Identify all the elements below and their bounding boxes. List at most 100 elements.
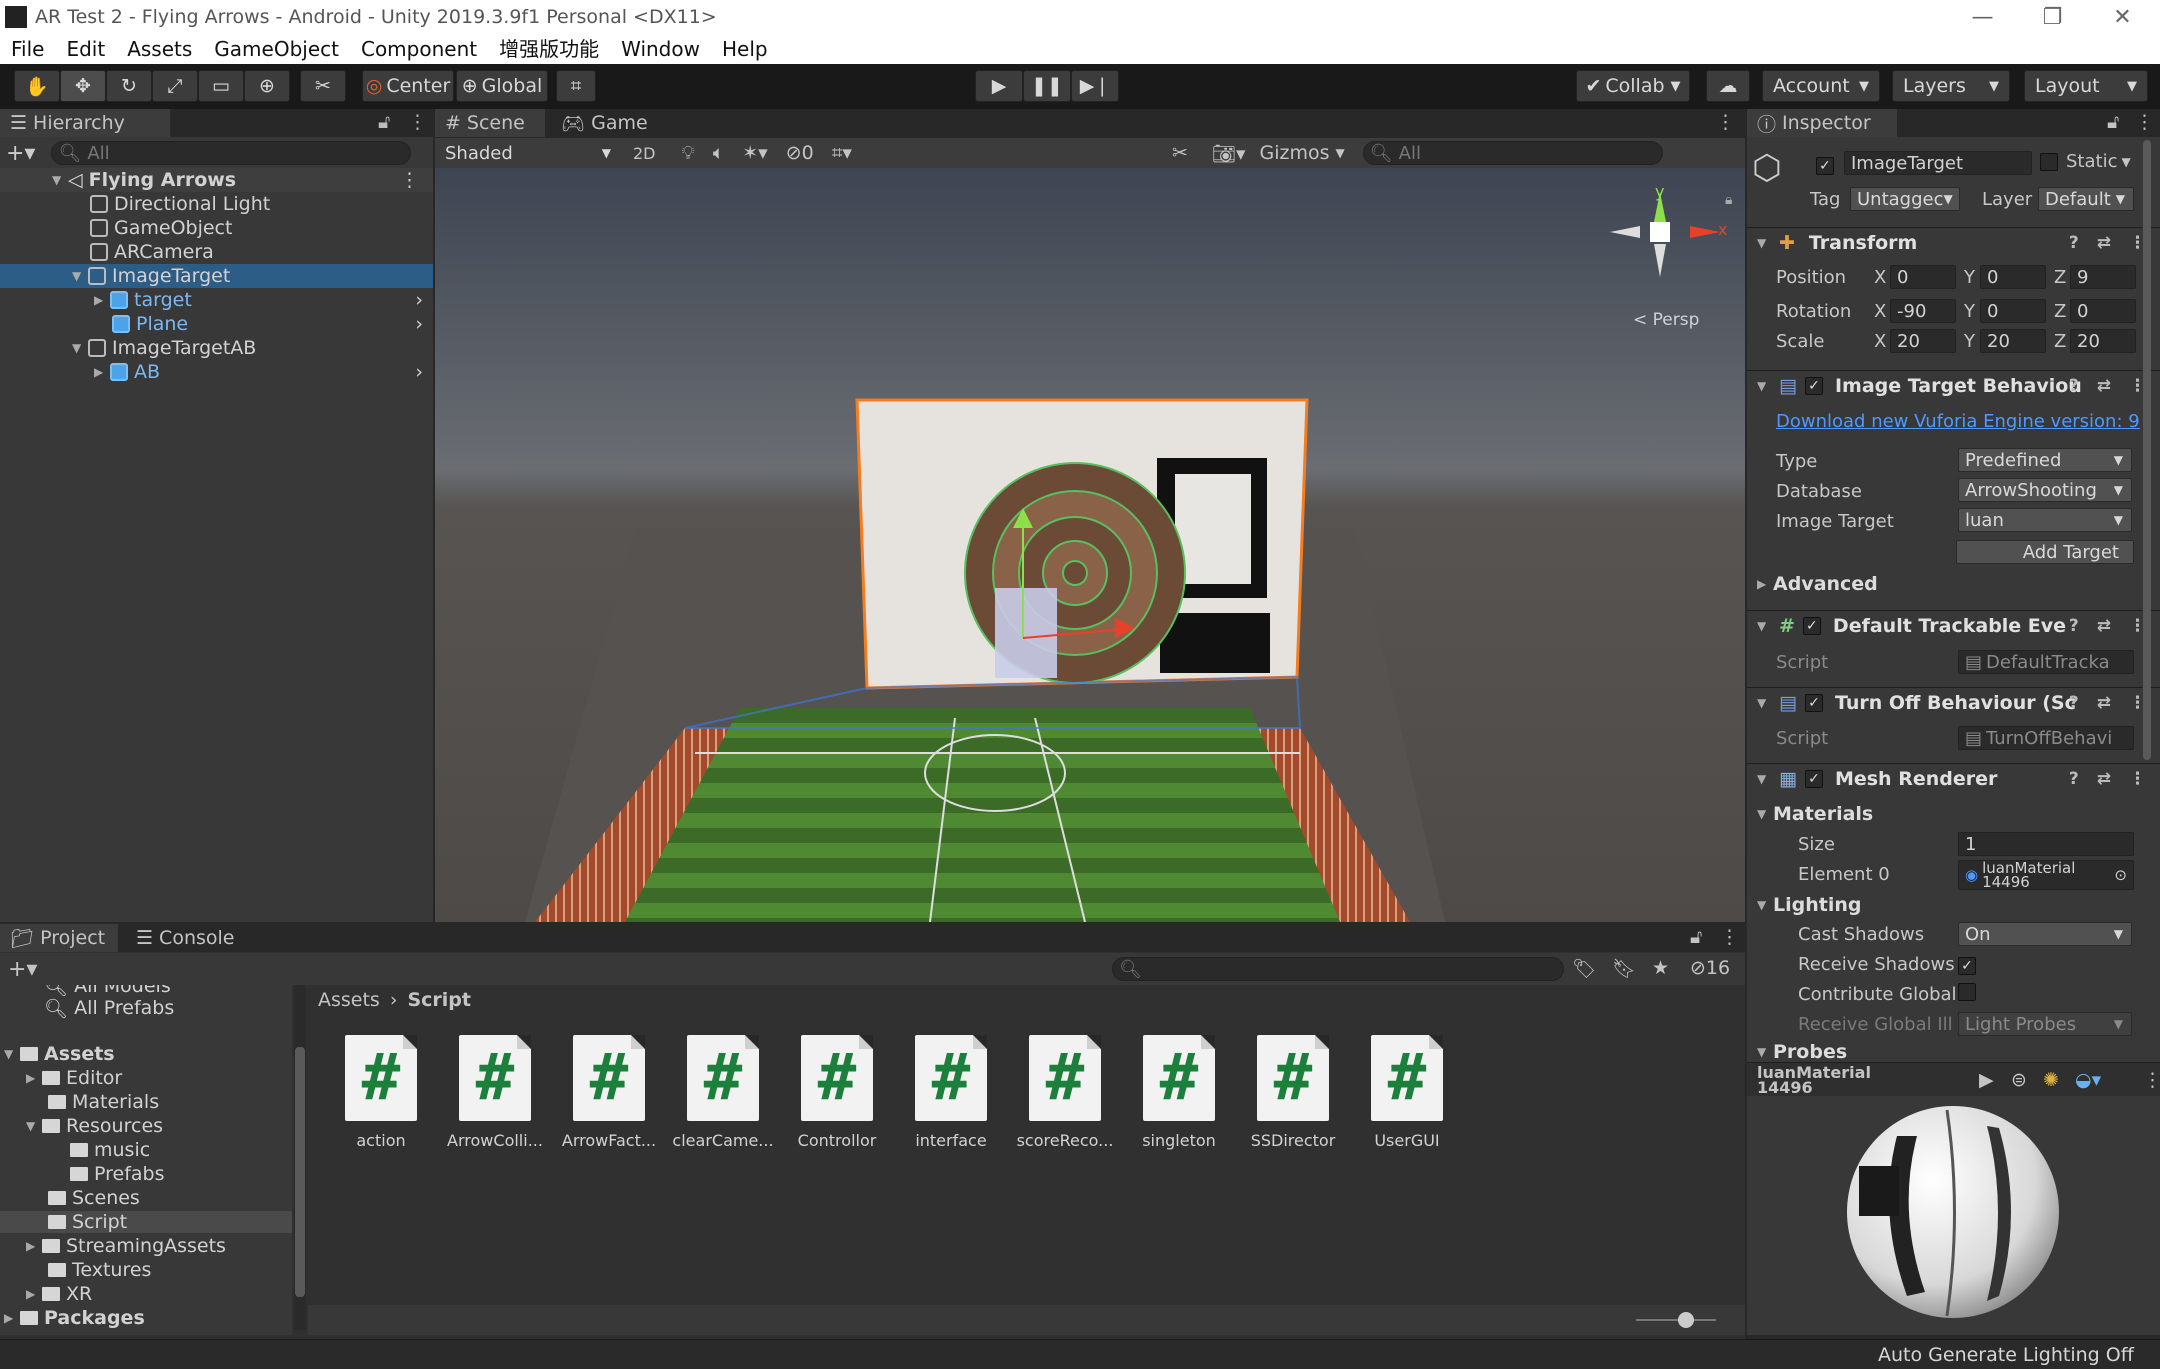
materials-foldout[interactable]: ▼ Materials	[1757, 803, 1873, 825]
tab-inspector[interactable]: ⓘ Inspector	[1747, 109, 1897, 137]
tag-dropdown[interactable]: Untaggec ▼	[1850, 187, 1960, 211]
database-dropdown[interactable]: ArrowShooting ▼	[1958, 478, 2132, 502]
menu-edit[interactable]: Edit	[66, 34, 105, 64]
tools-icon[interactable]: ✂	[1172, 142, 1188, 164]
scale-tool-icon[interactable]: ⤢	[152, 70, 198, 102]
menu-file[interactable]: File	[11, 34, 44, 64]
preset-icon[interactable]: ⇄	[2097, 693, 2111, 713]
preview-menu-icon[interactable]: ⋮	[2143, 1069, 2160, 1091]
panel-menu-icon[interactable]: ⋮	[1720, 926, 1739, 948]
tree-item[interactable]: ▶ StreamingAssets	[26, 1235, 226, 1257]
tree-item[interactable]: ▶ Editor	[26, 1067, 122, 1089]
preview-mesh-icon[interactable]: ⊜	[2011, 1069, 2027, 1091]
asset-item[interactable]: # SSDirector	[1238, 1035, 1348, 1150]
tab-scene[interactable]: # Scene	[435, 109, 545, 137]
hierarchy-item[interactable]: Plane ›	[0, 312, 433, 336]
chevron-right-icon[interactable]: ›	[415, 289, 423, 311]
tree-item[interactable]: Textures	[48, 1259, 151, 1281]
pivot-global-button[interactable]: ⊕ Global	[456, 70, 548, 102]
scene-search-input[interactable]: 🔍︎ All	[1362, 141, 1663, 165]
asset-item[interactable]: # clearCame...	[668, 1035, 778, 1150]
scene-viewport[interactable]: y x 🔒︎ < Persp	[435, 168, 1745, 922]
active-checkbox[interactable]: ✓	[1816, 153, 1834, 175]
tree-item[interactable]: music	[70, 1139, 150, 1161]
scale-y-field[interactable]: 20	[1980, 329, 2046, 353]
menu-help[interactable]: Help	[722, 34, 768, 64]
asset-item[interactable]: # scoreReco...	[1010, 1035, 1120, 1150]
component-enabled-checkbox[interactable]: ✓	[1804, 376, 1823, 395]
rotation-x-field[interactable]: -90	[1890, 299, 1956, 323]
image-target-dropdown[interactable]: luan ▼	[1958, 508, 2132, 532]
tree-item[interactable]: 🔍︎ All Prefabs	[44, 997, 174, 1020]
hierarchy-item[interactable]: ARCamera	[90, 240, 214, 264]
project-search-input[interactable]: 🔍︎	[1112, 957, 1564, 981]
gizmos-dropdown[interactable]: Gizmos	[1260, 142, 1330, 164]
scale-z-field[interactable]: 20	[2070, 329, 2136, 353]
image-target-behaviour-header[interactable]: ▼ ▤ ✓ Image Target Behaviou ? ⇄ ⋮	[1747, 370, 2160, 400]
tree-item[interactable]: ▶ Packages	[4, 1307, 145, 1329]
lock-icon[interactable]: 🔓︎	[1690, 926, 1702, 948]
create-button[interactable]: +▾	[8, 957, 37, 982]
hierarchy-item[interactable]: ▶ AB ›	[0, 360, 433, 384]
element0-field[interactable]: ◉ luanMaterial 14496 ⊙	[1958, 860, 2134, 890]
tree-scrollbar[interactable]	[294, 985, 306, 1330]
persp-label[interactable]: < Persp	[1633, 310, 1699, 330]
material-preview[interactable]	[1747, 1096, 2160, 1335]
hierarchy-search-input[interactable]: 🔍︎ All	[51, 141, 412, 165]
asset-item[interactable]: # action	[326, 1035, 436, 1150]
tab-hierarchy[interactable]: ☰ Hierarchy	[0, 109, 170, 137]
hierarchy-item[interactable]: GameObject	[90, 216, 232, 240]
component-menu-icon[interactable]: ⋮	[2129, 769, 2146, 789]
help-icon[interactable]: ?	[2069, 693, 2079, 713]
vuforia-update-link[interactable]: Download new Vuforia Engine version: 9.1	[1776, 411, 2140, 432]
scene-menu-icon[interactable]: ⋮	[400, 169, 419, 191]
inspector-scrollbar[interactable]	[2143, 140, 2155, 760]
menu-assets[interactable]: Assets	[127, 34, 192, 64]
help-icon[interactable]: ?	[2069, 769, 2079, 789]
layout-dropdown[interactable]: Layout ▼	[2024, 70, 2148, 102]
effects-toggle-icon[interactable]: ✶▾	[742, 142, 767, 164]
menu-gameobject[interactable]: GameObject	[214, 34, 339, 64]
menu-enhanced[interactable]: 增强版功能	[499, 34, 599, 64]
audio-toggle-icon[interactable]: 🔈︎	[713, 142, 724, 164]
breadcrumb-assets[interactable]: Assets	[318, 989, 380, 1011]
help-icon[interactable]: ?	[2069, 233, 2079, 253]
menu-component[interactable]: Component	[361, 34, 477, 64]
cloud-icon[interactable]: ☁	[1706, 70, 1750, 102]
tree-item[interactable]: ▼ Resources	[26, 1115, 163, 1137]
favorite-star-icon[interactable]: ★	[1652, 957, 1669, 979]
help-icon[interactable]: ?	[2069, 376, 2079, 396]
contribute-gi-checkbox[interactable]	[1958, 983, 1976, 1006]
receive-shadows-checkbox[interactable]: ✓	[1958, 953, 1976, 975]
preset-icon[interactable]: ⇄	[2097, 769, 2111, 789]
create-button[interactable]: +▾	[6, 141, 35, 166]
panel-menu-icon[interactable]: ⋮	[1716, 111, 1735, 133]
play-preview-icon[interactable]: ▶	[1979, 1069, 1994, 1091]
close-button[interactable]: ✕	[2090, 0, 2155, 34]
tree-item[interactable]: Materials	[48, 1091, 159, 1113]
preset-icon[interactable]: ⇄	[2097, 616, 2111, 636]
transform-tool-icon[interactable]: ⊕	[244, 70, 290, 102]
asset-item[interactable]: # ArrowFact...	[554, 1035, 664, 1150]
rect-tool-icon[interactable]: ▭	[198, 70, 244, 102]
asset-item[interactable]: # singleton	[1124, 1035, 1234, 1150]
hand-tool-icon[interactable]: ✋	[14, 70, 60, 102]
lock-icon[interactable]: 🔓︎	[2107, 111, 2119, 133]
mode-2d-toggle[interactable]: 2D	[633, 144, 656, 163]
panel-menu-icon[interactable]: ⋮	[408, 111, 427, 133]
static-checkbox[interactable]	[2040, 152, 2058, 171]
collab-button[interactable]: ✔ Collab ▼	[1576, 70, 1690, 102]
camera-icon[interactable]: 📷︎▾	[1212, 142, 1246, 165]
transform-header[interactable]: ▼ ✚ Transform ? ⇄ ⋮	[1747, 227, 2160, 257]
scene-root-row[interactable]: ▼ ◁ Flying Arrows ⋮	[0, 168, 433, 192]
shading-dropdown[interactable]: Shaded ▼	[439, 141, 619, 165]
asset-item[interactable]: # UserGUI	[1352, 1035, 1462, 1150]
tab-project[interactable]: 📁︎ Project	[0, 924, 118, 952]
panel-menu-icon[interactable]: ⋮	[2135, 111, 2154, 133]
lock-icon[interactable]: 🔒︎	[1725, 192, 1732, 208]
minimize-button[interactable]: —	[1950, 0, 2015, 34]
rotation-y-field[interactable]: 0	[1980, 299, 2046, 323]
asset-item[interactable]: # Controllor	[782, 1035, 892, 1150]
asset-item[interactable]: # ArrowColli...	[440, 1035, 550, 1150]
hidden-packages-icon[interactable]: ⊘16	[1690, 957, 1730, 979]
